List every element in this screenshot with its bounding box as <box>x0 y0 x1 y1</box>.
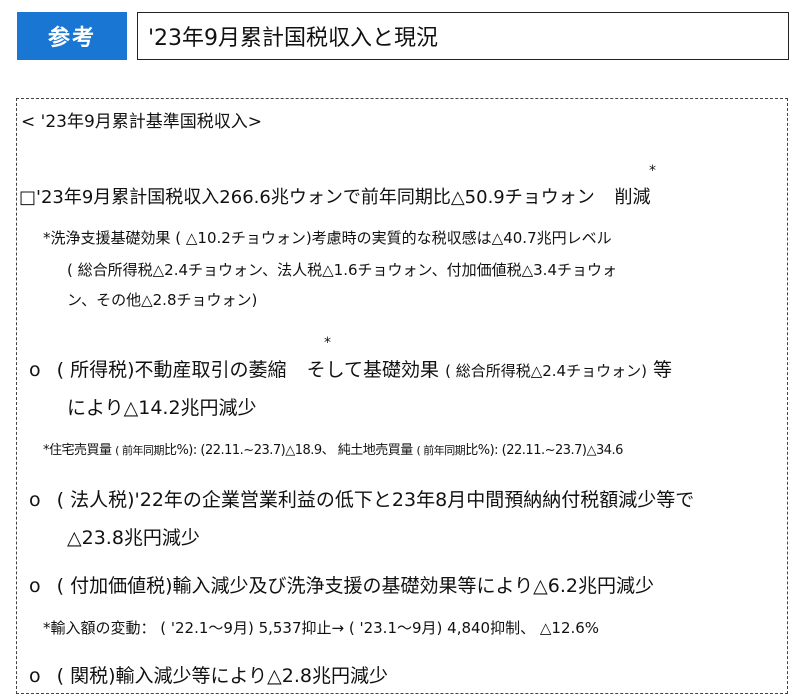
item-text: ( 法人税)'22年の企業営業利益の低下と23年8月中間預納納付税額減少等で <box>56 489 695 511</box>
item-text-line2: により△14.2兆円減少 <box>67 397 257 419</box>
note-breakdown-1: ( 総合所得税△2.4チョウォン、法人税△1.6チョウォン、付加価値税△3.4チ… <box>67 261 617 279</box>
item-note: *住宅売買量 ( 前年同期比%): (22.11.~23.7)△18.9、 純土… <box>43 439 623 458</box>
note-text: 比%): (22.11.~23.7)△18.9、 純土地売買量 <box>163 443 413 458</box>
note-text: ( 前年同期 <box>416 444 466 457</box>
section-heading: < '23年9月累計基準国税収入> <box>21 112 263 132</box>
item-text: ( 所得税)不動産取引の萎縮 <box>56 359 287 381</box>
list-item: o ( 法人税)'22年の企業営業利益の低下と23年8月中間預納納付税額減少等で <box>29 485 694 512</box>
item-text-line2: △23.8兆円減少 <box>67 527 200 549</box>
footnote-star: * <box>649 163 656 179</box>
item-subtext: ( 総合所得税△2.4チョウォン) <box>445 362 647 380</box>
summary-line: □'23年9月累計国税収入266.6兆ウォンで前年同期比△50.9チョウォン 削… <box>19 183 651 209</box>
bullet: o <box>29 665 41 687</box>
item-text: 等 <box>653 359 673 381</box>
list-item: o ( 所得税)不動産取引の萎縮 そして基礎効果 ( 総合所得税△2.4チョウォ… <box>29 355 672 382</box>
page-title: '23年9月累計国税収入と現況 <box>137 12 789 60</box>
content-panel: < '23年9月累計基準国税収入> * □'23年9月累計国税収入266.6兆ウ… <box>16 98 788 694</box>
item-text: そして基礎効果 <box>306 359 440 381</box>
note-breakdown-2: ン、その他△2.8チョウォン) <box>67 291 258 309</box>
item-text: ( 関税)輸入減少等により△2.8兆円減少 <box>56 665 388 687</box>
list-item: o ( 関税)輸入減少等により△2.8兆円減少 <box>29 661 388 688</box>
summary-tail: 削減 <box>614 187 651 208</box>
item-text: ( 付加価値税)輸入減少及び洗浄支援の基礎効果等により△6.2兆円減少 <box>56 575 654 597</box>
footnote-star-2: * <box>324 335 331 351</box>
bullet: o <box>29 489 41 511</box>
bullet: o <box>29 359 41 381</box>
note-text: 比%): (22.11.~23.7)△34.6 <box>465 443 623 458</box>
reference-badge: 参考 <box>17 12 127 60</box>
bullet: o <box>29 575 41 597</box>
item-note: *輸入額の変動： ( '22.1～9月) 5,537抑止→ ( '23.1～9月… <box>43 619 600 637</box>
list-item: o ( 付加価値税)輸入減少及び洗浄支援の基礎効果等により△6.2兆円減少 <box>29 571 654 598</box>
note-washing-support: *洗浄支援基礎効果 ( △10.2チョウォン)考慮時の実質的な税収感は△40.7… <box>43 229 612 247</box>
note-text: ( 前年同期 <box>115 444 164 457</box>
summary-text: □'23年9月累計国税収入266.6兆ウォンで前年同期比△50.9チョウォン <box>19 187 595 208</box>
note-text: *住宅売買量 <box>43 443 112 458</box>
